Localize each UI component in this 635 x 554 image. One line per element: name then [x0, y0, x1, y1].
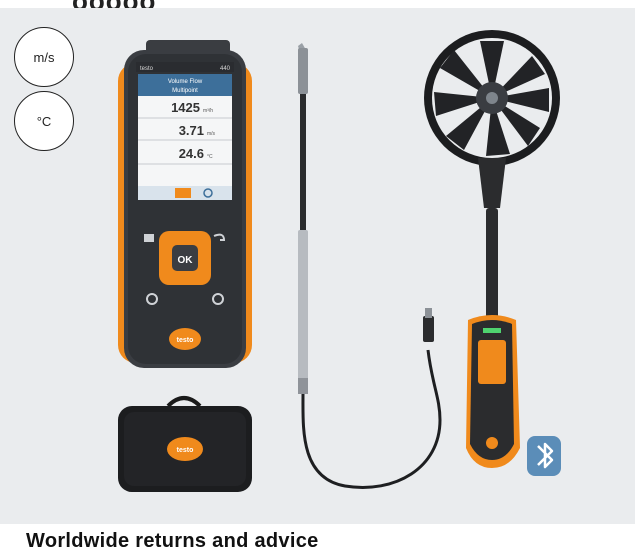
bluetooth-icon	[527, 436, 561, 476]
reading-temperature-unit: °C	[207, 154, 213, 160]
product-image-panel: m/s °C testo 440 Volume Flow Multipoint …	[0, 8, 635, 524]
screen-title-line1: Volume Flow	[168, 79, 203, 85]
ok-key-label: OK	[178, 255, 194, 266]
reading-flow-unit: m³/h	[203, 108, 213, 114]
reading-velocity-unit: m/s	[207, 131, 216, 137]
reading-flow: 1425	[171, 100, 200, 115]
screen-title-line2: Multipoint	[172, 88, 198, 94]
meter-model-text: 440	[220, 66, 231, 72]
reading-velocity: 3.71	[179, 123, 204, 138]
meter-brand-text: testo	[140, 66, 154, 72]
carrying-case: testo	[118, 396, 252, 492]
product-illustration: testo 440 Volume Flow Multipoint 1425 m³…	[118, 30, 561, 492]
reading-temperature: 24.6	[179, 146, 204, 161]
hot-wire-probe	[298, 43, 442, 489]
caption-text: Worldwide returns and advice	[26, 530, 319, 552]
vane-probe	[424, 30, 560, 468]
meter-logo: testo	[177, 337, 194, 344]
case-logo: testo	[177, 447, 194, 454]
handheld-meter: testo 440 Volume Flow Multipoint 1425 m³…	[118, 40, 252, 368]
